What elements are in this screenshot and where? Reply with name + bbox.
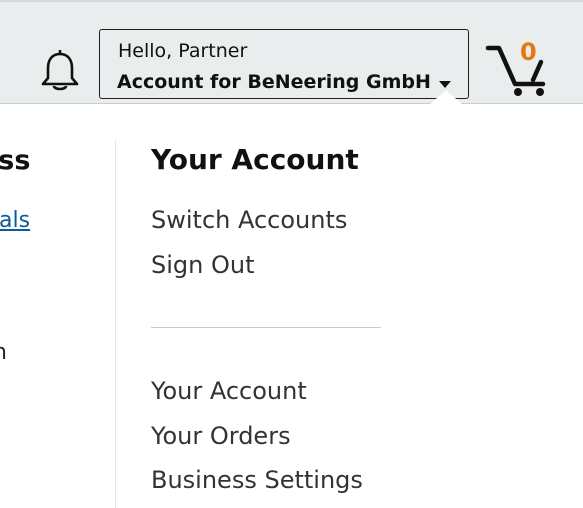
- menu-item-business-settings[interactable]: Business Settings: [151, 466, 363, 494]
- menu-item-your-account[interactable]: Your Account: [151, 377, 307, 405]
- greeting-text: Hello, Partner: [118, 40, 248, 62]
- account-name: Account for BeNeering GmbH: [117, 71, 431, 93]
- menu-item-your-orders[interactable]: Your Orders: [151, 422, 291, 450]
- flyout-pointer: [429, 90, 463, 105]
- column-divider: [115, 140, 116, 508]
- menu-item-switch-accounts[interactable]: Switch Accounts: [151, 206, 347, 234]
- cart-count[interactable]: 0: [520, 38, 537, 66]
- header-divider: [0, 103, 583, 104]
- account-menu-button[interactable]: Hello, Partner Account for BeNeering Gmb…: [99, 29, 469, 99]
- flyout-heading: Your Account: [151, 143, 359, 176]
- bell-icon[interactable]: [39, 48, 81, 94]
- left-column-item[interactable]: n: [0, 340, 7, 365]
- menu-item-sign-out[interactable]: Sign Out: [151, 251, 255, 279]
- left-column-link[interactable]: vals: [0, 208, 30, 233]
- left-column-heading: ess: [0, 145, 31, 176]
- caret-down-icon: [439, 81, 451, 88]
- menu-divider: [151, 327, 381, 328]
